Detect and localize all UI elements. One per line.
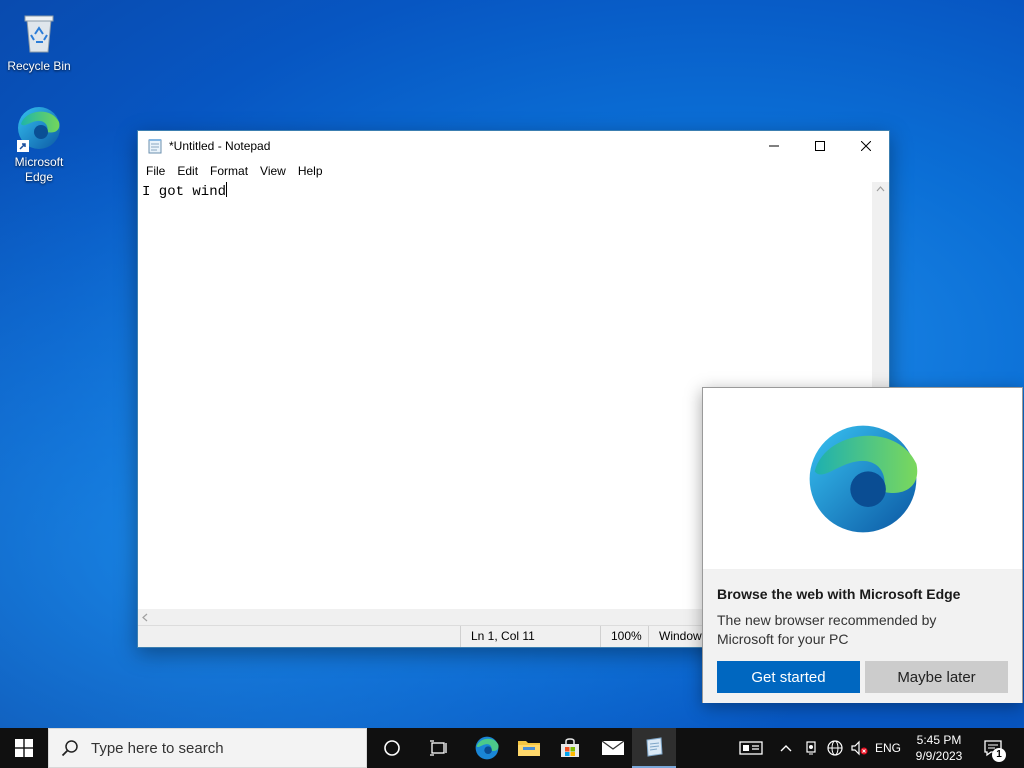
edge-icon (475, 736, 499, 760)
file-explorer-icon (518, 741, 540, 756)
menu-format[interactable]: Format (204, 164, 254, 178)
tray-clock[interactable]: 5:45 PM 9/9/2023 (906, 732, 972, 764)
taskbar-search-box[interactable]: Type here to search (48, 728, 367, 768)
edge-desktop-label: Microsoft Edge (14, 155, 64, 184)
start-button[interactable] (0, 728, 48, 768)
search-placeholder: Type here to search (91, 739, 224, 757)
edge-icon (15, 104, 63, 152)
edge-popup-body: Browse the web with Microsoft Edge The n… (703, 570, 1022, 703)
minimize-button[interactable] (751, 131, 797, 161)
scroll-left-icon[interactable] (138, 609, 152, 626)
edge-popup-heading: Browse the web with Microsoft Edge (717, 586, 961, 602)
task-view-icon (430, 740, 447, 756)
store-icon (561, 738, 579, 757)
maybe-later-button[interactable]: Maybe later (865, 661, 1008, 693)
edge-promo-popup: Browse the web with Microsoft Edge The n… (702, 387, 1023, 703)
notepad-icon (147, 138, 163, 154)
tray-show-hidden-button[interactable] (776, 728, 796, 768)
maximize-icon (815, 141, 825, 151)
desktop-icon-recycle-bin[interactable]: Recycle Bin (1, 8, 77, 74)
maximize-button[interactable] (797, 131, 843, 161)
task-view-button[interactable] (417, 728, 461, 768)
desktop-icon-microsoft-edge[interactable]: Microsoft Edge (1, 104, 77, 185)
status-zoom: 100% (600, 626, 648, 647)
taskbar: Type here to search ENG 5:45 PM 9/9/2023 (0, 728, 1024, 768)
network-globe-icon (827, 740, 843, 756)
volume-muted-icon (851, 740, 868, 756)
scroll-up-icon[interactable] (872, 182, 889, 196)
close-icon (861, 141, 871, 151)
tray-language-button[interactable]: ENG (872, 728, 904, 768)
menu-help[interactable]: Help (292, 164, 329, 178)
tray-network-button[interactable] (824, 728, 846, 768)
recycle-bin-icon (15, 8, 63, 56)
close-button[interactable] (843, 131, 889, 161)
clock-date: 9/9/2023 (915, 749, 963, 763)
minimize-icon (769, 145, 779, 147)
language-indicator: ENG (874, 741, 901, 755)
cortana-icon (384, 740, 400, 756)
clock-time: 5:45 PM (916, 733, 962, 747)
get-started-button[interactable]: Get started (717, 661, 860, 693)
taskbar-mail-button[interactable] (591, 728, 635, 768)
tray-meet-now-button[interactable] (800, 728, 822, 768)
text-caret (226, 182, 228, 197)
meet-now-icon (806, 741, 816, 755)
news-icon (739, 741, 763, 755)
taskbar-edge-button[interactable] (465, 728, 509, 768)
recycle-bin-label: Recycle Bin (7, 59, 71, 73)
action-center-button[interactable] (978, 728, 1008, 768)
notification-badge: 1 (992, 748, 1006, 762)
mail-icon (601, 740, 625, 755)
edge-hero (703, 388, 1022, 570)
menu-file[interactable]: File (140, 164, 171, 178)
menu-bar: File Edit Format View Help (138, 161, 889, 181)
tray-news-button[interactable] (732, 728, 770, 768)
status-position: Ln 1, Col 11 (460, 626, 600, 647)
taskbar-file-explorer-button[interactable] (507, 728, 551, 768)
windows-logo-icon (15, 739, 33, 757)
edge-popup-description: The new browser recommended by Microsoft… (717, 612, 937, 647)
edge-logo-icon (809, 425, 917, 532)
cortana-button[interactable] (370, 728, 414, 768)
taskbar-store-button[interactable] (548, 728, 592, 768)
taskbar-notepad-button[interactable] (632, 728, 676, 768)
editor-text: I got wind (142, 184, 227, 200)
chevron-up-icon (780, 745, 792, 752)
search-icon (61, 740, 78, 757)
menu-edit[interactable]: Edit (171, 164, 204, 178)
menu-view[interactable]: View (254, 164, 292, 178)
notepad-icon (646, 737, 663, 757)
notepad-titlebar[interactable]: *Untitled - Notepad (138, 131, 889, 161)
tray-volume-button[interactable] (848, 728, 870, 768)
window-title: *Untitled - Notepad (169, 139, 271, 153)
